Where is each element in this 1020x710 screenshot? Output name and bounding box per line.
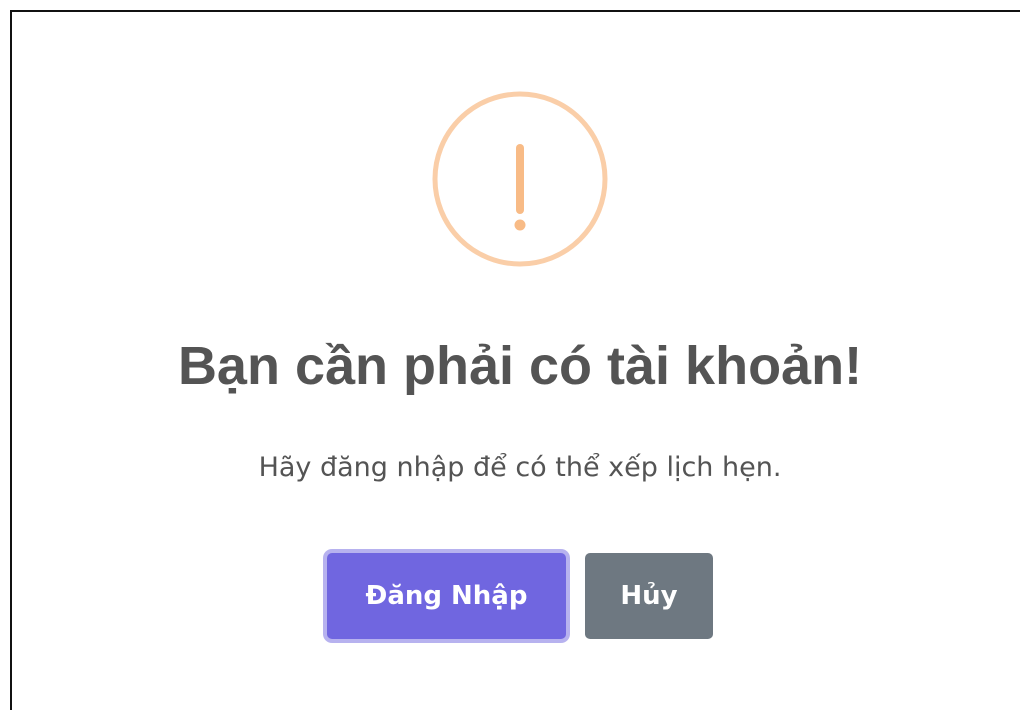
dialog-title: Bạn cần phải có tài khoản! — [177, 336, 863, 396]
exclamation-warning-icon — [432, 91, 608, 267]
dialog-message: Hãy đăng nhập để có thể xếp lịch hẹn. — [258, 452, 782, 483]
cancel-button[interactable]: Hủy — [585, 553, 713, 639]
alert-dialog: Bạn cần phải có tài khoản! Hãy đăng nhập… — [0, 0, 1020, 681]
login-button[interactable]: Đăng Nhập — [327, 553, 566, 639]
